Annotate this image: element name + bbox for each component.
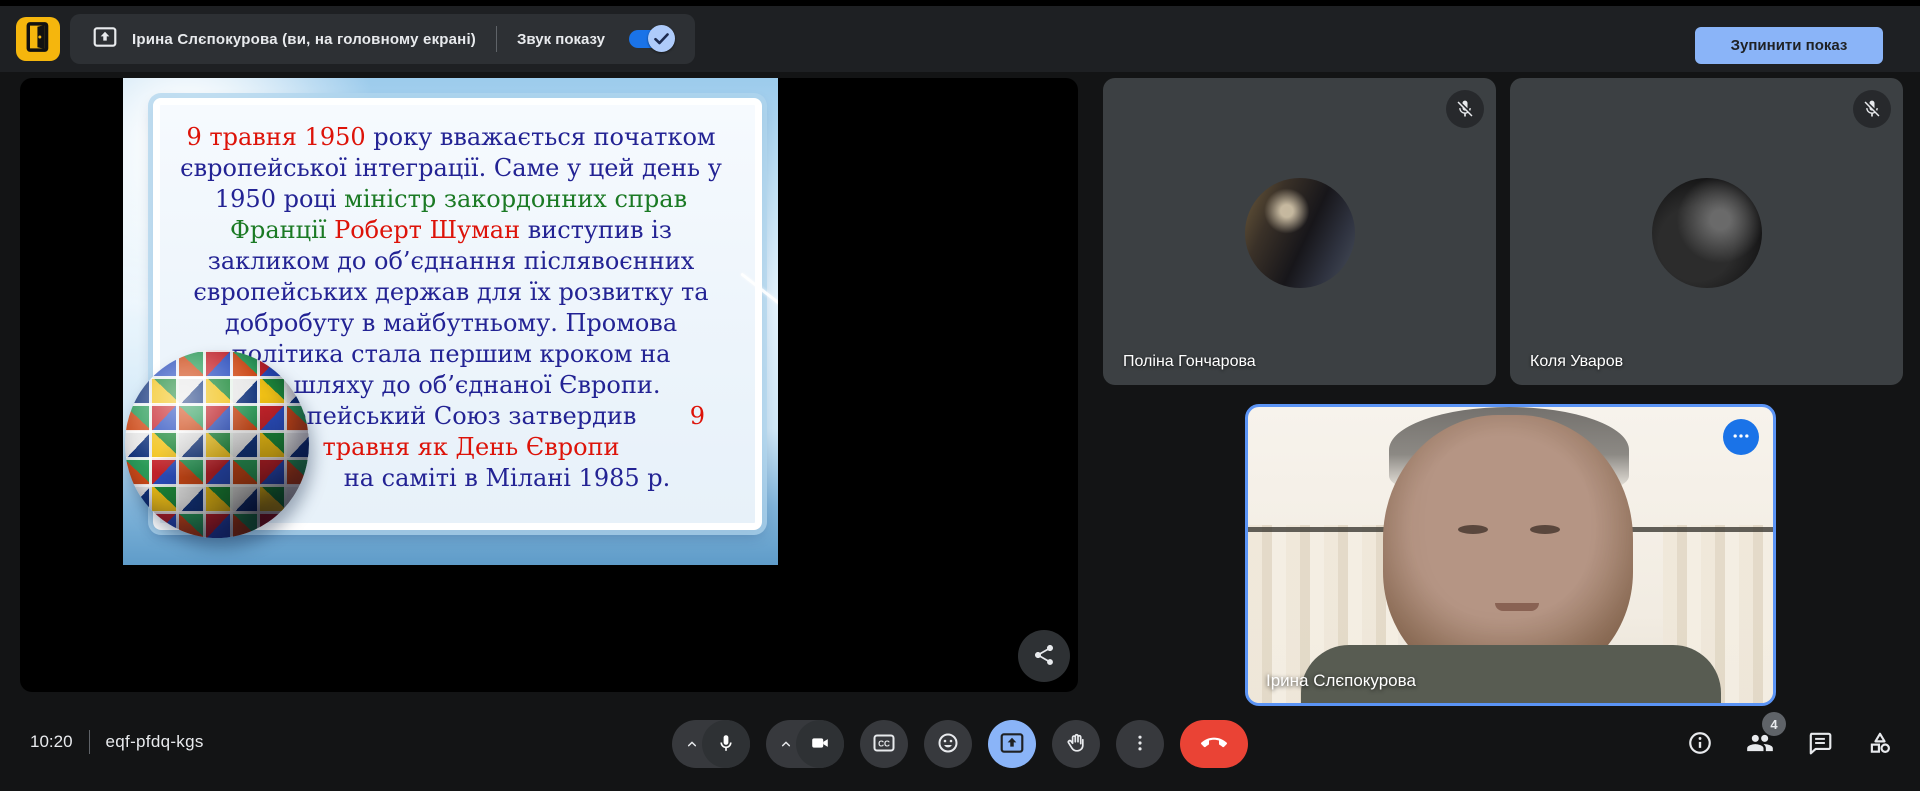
- self-tile-more-options-button[interactable]: [1723, 419, 1759, 455]
- self-video-person: [1458, 525, 1488, 534]
- self-video-person: [1495, 603, 1539, 611]
- mic-button[interactable]: [702, 720, 750, 768]
- participant-tile[interactable]: Поліна Гончарова: [1103, 78, 1496, 385]
- clock: 10:20: [30, 732, 73, 752]
- smiley-icon: [936, 731, 960, 758]
- meeting-details-button[interactable]: [1678, 720, 1722, 768]
- call-controls: CC: [672, 720, 1248, 768]
- top-bar: Ірина Слєпокурова (ви, на головному екра…: [0, 6, 1920, 72]
- share-sound-toggle[interactable]: [629, 28, 673, 50]
- presenting-status-pill: Ірина Слєпокурова (ви, на головному екра…: [70, 14, 695, 64]
- pill-divider: [496, 26, 497, 52]
- avatar: [1245, 178, 1355, 288]
- participant-name: Поліна Гончарова: [1123, 353, 1256, 371]
- participant-name: Коля Уваров: [1530, 353, 1623, 371]
- meeting-side-actions: 4: [1678, 720, 1902, 768]
- slide-line: добробуту в майбутньому. Промова: [171, 308, 731, 339]
- share-icon: [1032, 643, 1056, 670]
- share-button[interactable]: [1018, 630, 1070, 682]
- participant-tile[interactable]: Коля Уваров: [1510, 78, 1903, 385]
- slide-line: 9 травня 1950 року вважається початком: [171, 122, 731, 153]
- slide-line: 1950 році міністр закордонних справ: [171, 184, 731, 215]
- hand-icon: [1064, 731, 1088, 758]
- activities-icon: [1867, 730, 1893, 759]
- more-vertical-icon: [1130, 733, 1150, 756]
- chat-button[interactable]: [1798, 720, 1842, 768]
- mic-icon: [715, 732, 737, 757]
- self-video-person: [1530, 525, 1560, 534]
- meeting-code: eqf-pfdq-kgs: [106, 732, 204, 752]
- captions-icon: CC: [872, 731, 896, 758]
- door-logo-icon: [24, 21, 52, 58]
- mic-control-group: [672, 720, 750, 768]
- present-screen-icon: [92, 24, 118, 55]
- avatar: [1652, 178, 1762, 288]
- mic-muted-indicator: [1446, 90, 1484, 128]
- slide-line: європейської інтеграції. Саме у цей день…: [171, 153, 731, 184]
- chat-icon: [1807, 730, 1833, 759]
- present-screen-icon: [999, 730, 1025, 759]
- presentation-slide: 9 травня 1950 року вважається початкомєв…: [123, 78, 778, 565]
- bottom-divider: [89, 730, 90, 754]
- more-horizontal-icon: [1731, 426, 1751, 449]
- slide-line: закликом до об’єднання післявоєнних: [171, 246, 731, 277]
- camera-control-group: [766, 720, 844, 768]
- self-name-label: Ірина Слєпокурова: [1266, 671, 1416, 691]
- camera-icon: [809, 732, 831, 757]
- info-icon: [1687, 730, 1713, 759]
- more-options-button[interactable]: [1116, 720, 1164, 768]
- svg-text:CC: CC: [878, 739, 890, 748]
- people-button[interactable]: 4: [1738, 720, 1782, 768]
- presenter-label: Ірина Слєпокурова (ви, на головному екра…: [132, 31, 476, 48]
- end-call-icon: [1201, 730, 1227, 759]
- present-button[interactable]: [988, 720, 1036, 768]
- app-logo[interactable]: [16, 17, 60, 61]
- stop-presenting-button[interactable]: Зупинити показ: [1695, 27, 1883, 64]
- reactions-button[interactable]: [924, 720, 972, 768]
- end-call-button[interactable]: [1180, 720, 1248, 768]
- slide-line: Франції Роберт Шуман виступив із: [171, 215, 731, 246]
- shared-screen-stage: 9 травня 1950 року вважається початкомєв…: [20, 78, 1078, 692]
- flag-globe-image: [125, 350, 309, 538]
- captions-button[interactable]: CC: [860, 720, 908, 768]
- camera-button[interactable]: [796, 720, 844, 768]
- slide-line: європейських держав для їх розвитку та: [171, 277, 731, 308]
- self-video-tile[interactable]: Ірина Слєпокурова: [1245, 404, 1776, 706]
- toggle-knob-check-icon: [648, 25, 675, 52]
- mic-muted-indicator: [1853, 90, 1891, 128]
- activities-button[interactable]: [1858, 720, 1902, 768]
- participant-count-badge: 4: [1762, 712, 1786, 736]
- meeting-info: 10:20 eqf-pfdq-kgs: [30, 730, 204, 754]
- share-sound-label: Звук показу: [517, 31, 605, 48]
- raise-hand-button[interactable]: [1052, 720, 1100, 768]
